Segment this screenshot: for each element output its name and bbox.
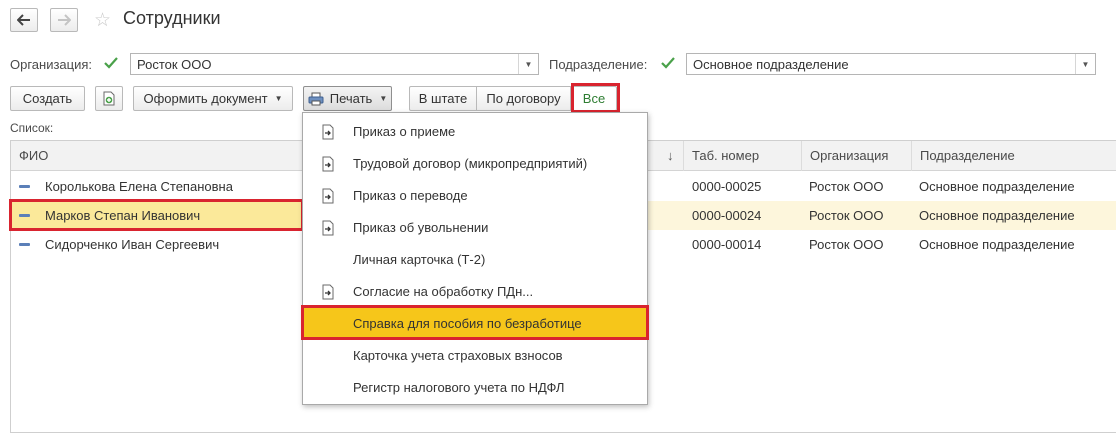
document-arrow-icon — [322, 124, 334, 140]
cell-fio: Королькова Елена Степановна — [45, 179, 233, 194]
in-staff-button[interactable]: В штате — [409, 86, 477, 111]
chevron-down-icon: ▼ — [379, 94, 388, 103]
cell-department: Основное подразделение — [919, 237, 1075, 252]
department-field[interactable]: Основное подразделение ▼ — [686, 53, 1096, 75]
copy-document-icon — [103, 91, 115, 106]
document-arrow-icon — [322, 284, 334, 300]
department-label: Подразделение: — [549, 57, 648, 72]
create-button-label: Создать — [22, 91, 73, 106]
menu-item-dismissal-order[interactable]: Приказ об увольнении — [303, 212, 647, 244]
create-button[interactable]: Создать — [10, 86, 85, 111]
print-button[interactable]: Печать ▼ — [303, 86, 392, 111]
print-menu: Приказ о приеме Трудовой договор (микроп… — [302, 112, 648, 405]
document-arrow-icon — [322, 188, 334, 204]
printer-icon — [308, 92, 324, 105]
menu-item-label: Приказ об увольнении — [353, 220, 489, 235]
cell-fio: Марков Степан Иванович — [45, 208, 201, 223]
list-label: Список: — [10, 121, 54, 135]
column-header-organization[interactable]: Организация — [801, 141, 911, 171]
all-button[interactable]: Все — [571, 86, 617, 111]
by-contract-label: По договору — [486, 91, 561, 106]
document-arrow-icon — [322, 156, 334, 172]
cell-organization: Росток ООО — [809, 237, 884, 252]
menu-item-employment-contract[interactable]: Трудовой договор (микропредприятий) — [303, 148, 647, 180]
forward-button[interactable] — [50, 8, 78, 32]
star-icon[interactable]: ☆ — [94, 9, 111, 32]
organization-label: Организация: — [10, 57, 93, 72]
back-button[interactable] — [10, 8, 38, 32]
chevron-down-icon: ▼ — [274, 94, 283, 103]
menu-item-insurance-card[interactable]: Карточка учета страховых взносов — [303, 340, 647, 372]
make-document-label: Оформить документ — [143, 91, 268, 106]
row-status-icon — [19, 185, 30, 188]
row-status-icon — [19, 214, 30, 217]
cell-organization: Росток ООО — [809, 208, 884, 223]
menu-item-label: Согласие на обработку ПДн... — [353, 284, 534, 299]
cell-tab-number: 0000-00024 — [692, 208, 762, 223]
cell-tab-number: 0000-00025 — [692, 179, 762, 194]
page-title: Сотрудники — [123, 8, 221, 28]
all-button-label: Все — [582, 91, 606, 106]
menu-item-pd-consent[interactable]: Согласие на обработку ПДн... — [303, 276, 647, 308]
menu-item-label: Справка для пособия по безработице — [353, 316, 582, 331]
arrow-right-icon — [58, 14, 71, 26]
cell-department: Основное подразделение — [919, 208, 1075, 223]
column-header-department[interactable]: Подразделение — [911, 141, 1116, 171]
column-header-tab-number[interactable]: Таб. номер — [683, 141, 801, 171]
menu-item-hire-order[interactable]: Приказ о приеме — [303, 116, 647, 148]
print-button-label: Печать — [329, 91, 373, 106]
organization-field[interactable]: Росток ООО ▼ — [130, 53, 539, 75]
chevron-down-icon[interactable]: ▼ — [518, 54, 538, 74]
menu-item-unemployment-certificate[interactable]: Справка для пособия по безработице — [303, 308, 647, 340]
cell-fio: Сидорченко Иван Сергеевич — [45, 237, 220, 252]
menu-item-label: Личная карточка (Т-2) — [353, 252, 486, 267]
make-document-button[interactable]: Оформить документ ▼ — [133, 86, 293, 111]
department-checkbox[interactable] — [660, 55, 676, 71]
menu-item-ndfl-register[interactable]: Регистр налогового учета по НДФЛ — [303, 372, 647, 404]
menu-item-label: Регистр налогового учета по НДФЛ — [353, 380, 565, 395]
by-contract-button[interactable]: По договору — [476, 86, 571, 111]
chevron-down-icon[interactable]: ▼ — [1075, 54, 1095, 74]
copy-button[interactable] — [95, 86, 123, 111]
menu-item-label: Трудовой договор (микропредприятий) — [353, 156, 588, 171]
arrow-left-icon — [17, 14, 30, 26]
organization-value: Росток ООО — [137, 56, 212, 72]
menu-item-label: Приказ о переводе — [353, 188, 468, 203]
in-staff-label: В штате — [418, 91, 468, 106]
cell-organization: Росток ООО — [809, 179, 884, 194]
cell-tab-number: 0000-00014 — [692, 237, 762, 252]
organization-checkbox[interactable] — [103, 55, 119, 71]
menu-item-transfer-order[interactable]: Приказ о переводе — [303, 180, 647, 212]
menu-item-label: Карточка учета страховых взносов — [353, 348, 563, 363]
menu-item-label: Приказ о приеме — [353, 124, 456, 139]
department-value: Основное подразделение — [693, 56, 849, 72]
cell-department: Основное подразделение — [919, 179, 1075, 194]
menu-item-personal-card[interactable]: Личная карточка (Т-2) — [303, 244, 647, 276]
sort-arrow-icon: ↓ — [667, 148, 674, 163]
row-status-icon — [19, 243, 30, 246]
document-arrow-icon — [322, 220, 334, 236]
